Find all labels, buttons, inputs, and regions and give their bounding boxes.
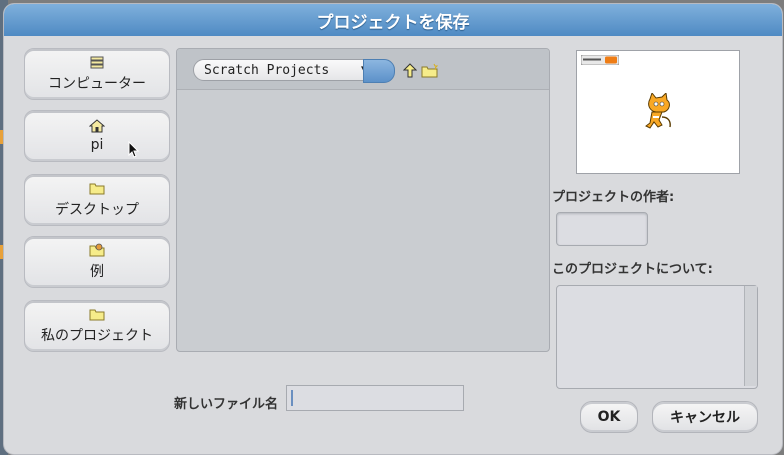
sidebar-item-pi[interactable]: pi — [24, 110, 170, 162]
folder-up-icon[interactable] — [403, 63, 417, 79]
filename-label: 新しいファイル名 — [174, 397, 279, 412]
scratch-cat-icon — [645, 93, 671, 129]
sidebar-item-computer[interactable]: コンピューター — [24, 48, 170, 100]
about-label: このプロジェクトについて: — [552, 262, 713, 277]
sidebar-item-my-projects[interactable]: 私のプロジェクト — [24, 300, 170, 352]
about-scrollbar[interactable] — [744, 286, 757, 386]
disk-stack-icon — [90, 56, 104, 69]
sidebar-item-label: pi — [90, 137, 104, 153]
sidebar-item-label: デスクトップ — [55, 202, 139, 218]
save-project-dialog: プロジェクトを保存 コンピューター pi デスクトップ 例 私のプロジェクト S… — [4, 4, 782, 454]
ok-button-label: OK — [597, 409, 621, 425]
text-caret — [291, 390, 293, 406]
file-browser[interactable]: Scratch Projects ▼ — [176, 48, 550, 352]
author-label: プロジェクトの作者: — [552, 190, 675, 205]
file-browser-header: Scratch Projects ▼ — [177, 49, 549, 90]
folder-icon — [89, 309, 105, 321]
sidebar-item-label: 例 — [90, 264, 104, 280]
folder-dropdown-value: Scratch Projects — [204, 62, 330, 78]
sidebar-item-label: 私のプロジェクト — [41, 328, 153, 344]
dialog-titlebar[interactable]: プロジェクトを保存 — [4, 4, 782, 36]
sidebar-item-examples[interactable]: 例 — [24, 236, 170, 288]
about-textarea[interactable] — [556, 285, 758, 389]
ok-button[interactable]: OK — [580, 401, 638, 433]
dropdown-arrow-button[interactable] — [363, 59, 395, 83]
dialog-title: プロジェクトを保存 — [316, 12, 470, 33]
author-field[interactable] — [556, 212, 648, 246]
variable-monitor-icon — [581, 55, 619, 65]
folder-examples-icon — [89, 243, 105, 257]
new-folder-icon[interactable] — [421, 63, 439, 79]
sidebar-item-desktop[interactable]: デスクトップ — [24, 174, 170, 226]
cancel-button[interactable]: キャンセル — [652, 401, 758, 433]
mouse-pointer-icon — [128, 141, 140, 158]
home-icon — [89, 119, 105, 133]
folder-dropdown[interactable]: Scratch Projects ▼ — [193, 59, 395, 83]
project-thumbnail — [576, 50, 740, 174]
sidebar-item-label: コンピューター — [48, 76, 146, 92]
folder-icon — [89, 183, 105, 195]
filename-input[interactable] — [286, 385, 464, 411]
cancel-button-label: キャンセル — [670, 410, 740, 426]
